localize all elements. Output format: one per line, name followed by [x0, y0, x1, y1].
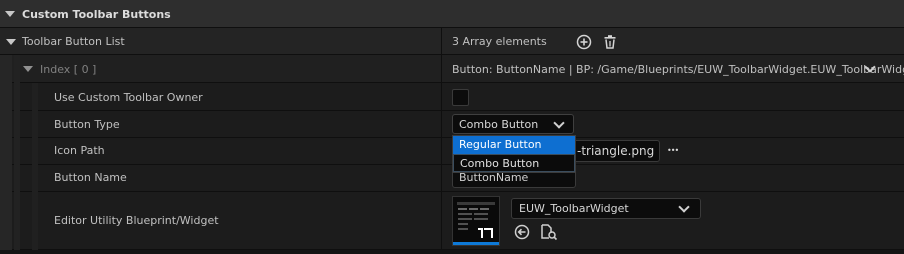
column-divider[interactable] [441, 28, 442, 250]
button-type-dropdown[interactable]: Combo Button [452, 114, 574, 134]
widget-preview-icon [457, 202, 495, 238]
option-regular-button[interactable]: Regular Button [453, 136, 575, 154]
icon-path-label: Icon Path [54, 144, 105, 157]
button-type-label: Button Type [54, 118, 120, 131]
chevron-down-icon[interactable] [678, 201, 690, 213]
section-title: Custom Toolbar Buttons [22, 8, 171, 21]
use-custom-toolbar-owner-label: Use Custom Toolbar Owner [54, 91, 203, 104]
widget-thumbnail[interactable] [452, 196, 500, 246]
section-header[interactable]: Custom Toolbar Buttons [0, 0, 904, 28]
use-custom-toolbar-owner-checkbox[interactable] [452, 89, 469, 106]
index-summary: Button: ButtonName | BP: /Game/Blueprint… [452, 63, 904, 76]
button-type-options: Regular Button Combo Button [452, 135, 576, 173]
array-count: 3 Array elements [452, 35, 547, 48]
button-name-label: Button Name [54, 171, 127, 184]
editor-utility-widget-label: Editor Utility Blueprint/Widget [54, 214, 219, 227]
widget-asset-dropdown[interactable]: EUW_ToolbarWidget [511, 198, 701, 219]
expand-triangle-icon[interactable] [6, 39, 16, 45]
toolbar-button-list-row: Toolbar Button List 3 Array elements [0, 28, 904, 55]
indent-guide [14, 55, 20, 250]
chevron-down-icon[interactable] [553, 117, 565, 129]
thumbnail-accent-bar [453, 242, 499, 245]
indent-guide [0, 55, 12, 250]
index-row: Index [ 0 ] Button: ButtonName | BP: /Ga… [0, 55, 904, 83]
collapse-triangle-icon[interactable] [5, 11, 15, 17]
indent-guide [32, 83, 38, 250]
option-combo-button[interactable]: Combo Button [453, 154, 575, 172]
toolbar-button-list-label: Toolbar Button List [22, 35, 125, 48]
trash-icon[interactable] [602, 34, 618, 50]
widget-asset-value: EUW_ToolbarWidget [519, 202, 629, 215]
add-circle-icon[interactable] [576, 34, 592, 50]
expand-triangle-icon[interactable] [23, 66, 33, 72]
more-options-icon[interactable]: ••• [667, 146, 679, 155]
button-type-value: Combo Button [459, 118, 539, 131]
index-label: Index [ 0 ] [40, 63, 97, 76]
icon-path-value: -triangle.png [577, 144, 655, 158]
arrow-left-circle-icon[interactable] [514, 224, 530, 240]
browse-folder-icon[interactable] [540, 223, 558, 241]
